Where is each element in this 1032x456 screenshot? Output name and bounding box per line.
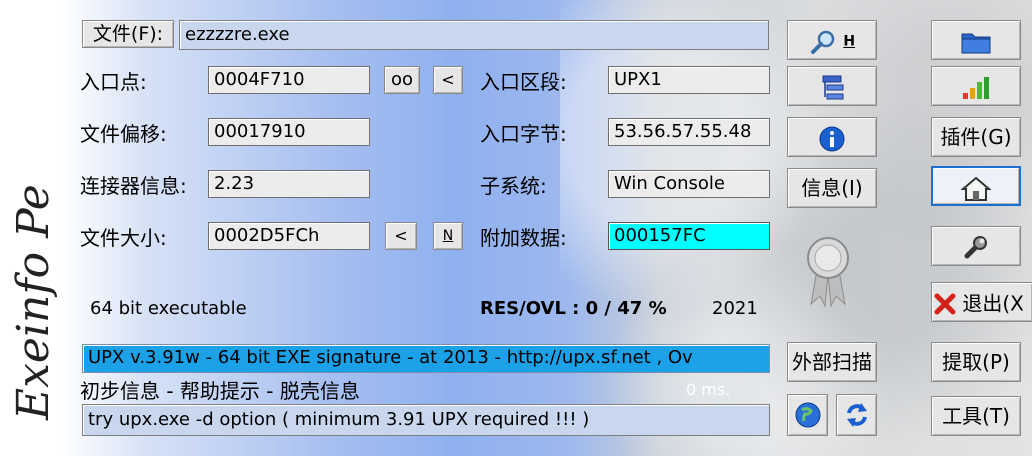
medal-icon	[803, 234, 853, 308]
folder-icon	[960, 29, 992, 55]
home-icon	[961, 176, 991, 202]
signal-bars-icon	[961, 75, 991, 101]
tools-button[interactable]: 工具(T)	[931, 396, 1021, 436]
overlay-label: 附加数据:	[480, 226, 567, 250]
file-size-lt-button[interactable]: <	[385, 222, 417, 250]
subsystem-field[interactable]: Win Console	[608, 170, 770, 198]
hint-field[interactable]: try upx.exe -d option ( minimum 3.91 UPX…	[82, 404, 770, 436]
section-view-button[interactable]	[787, 66, 877, 106]
settings-tools-button[interactable]	[931, 226, 1021, 266]
svg-text:Exeinfo Pe: Exeinfo Pe	[8, 184, 59, 421]
extract-button[interactable]: 提取(P)	[931, 342, 1021, 382]
red-x-icon	[934, 293, 956, 315]
arch-status-text: 64 bit executable	[90, 298, 247, 319]
plugins-button[interactable]: 插件(G)	[931, 117, 1021, 157]
entry-point-label: 入口点:	[80, 70, 147, 94]
file-size-field[interactable]: 0002D5FCh	[208, 222, 370, 250]
about-info-button[interactable]	[787, 117, 877, 157]
entry-bytes-label: 入口字节:	[480, 122, 567, 146]
file-open-button[interactable]: 文件(F):	[82, 20, 174, 48]
entry-point-lt-button[interactable]: <	[433, 66, 463, 94]
magnifier-icon	[809, 29, 837, 55]
search-h-button[interactable]: H	[787, 20, 877, 60]
year-status-text: 2021	[712, 298, 758, 319]
linker-info-field[interactable]: 2.23	[208, 170, 370, 198]
subsystem-label: 子系统:	[480, 174, 547, 198]
file-offset-field[interactable]: 00017910	[208, 118, 370, 146]
entry-section-label: 入口区段:	[480, 70, 567, 94]
hint-title-label: 初步信息 - 帮助提示 - 脱壳信息	[80, 379, 360, 403]
sections-list-icon	[817, 73, 847, 103]
timing-text: 0 ms.	[686, 380, 731, 399]
exit-label: 退出(X	[962, 291, 1024, 316]
globe-icon	[794, 401, 822, 429]
file-size-n-button[interactable]: N	[433, 222, 463, 250]
linker-info-label: 连接器信息:	[80, 174, 187, 198]
entry-bytes-field[interactable]: 53.56.57.55.48	[608, 118, 770, 146]
info-circle-icon	[818, 125, 846, 153]
info-button[interactable]: 信息(I)	[787, 168, 877, 208]
refresh-arrows-icon	[843, 401, 871, 429]
exeinfo-signature-logo: Exeinfo Pe	[4, 60, 64, 430]
detection-result-field[interactable]: UPX v.3.91w - 64 bit EXE signature - at …	[82, 344, 770, 373]
home-button[interactable]	[931, 166, 1021, 206]
open-folder-button[interactable]	[931, 20, 1021, 60]
exit-button[interactable]: 退出(X	[931, 282, 1032, 322]
res-ovl-status-text: RES/OVL : 0 / 47 %	[480, 298, 667, 319]
search-h-label: H	[843, 33, 856, 50]
external-scan-button[interactable]: 外部扫描	[787, 342, 877, 382]
overlay-field[interactable]: 000157FC	[608, 222, 770, 250]
file-size-label: 文件大小:	[80, 226, 167, 250]
wrench-icon	[961, 234, 991, 262]
web-button[interactable]	[787, 394, 828, 436]
file-name-field[interactable]: ezzzzre.exe	[179, 20, 769, 50]
entry-point-field[interactable]: 0004F710	[208, 66, 370, 94]
entry-section-field[interactable]: UPX1	[608, 66, 770, 94]
file-offset-label: 文件偏移:	[80, 122, 167, 146]
statistics-button[interactable]	[931, 66, 1021, 106]
refresh-button[interactable]	[836, 394, 877, 436]
oo-button[interactable]: oo	[384, 66, 420, 94]
